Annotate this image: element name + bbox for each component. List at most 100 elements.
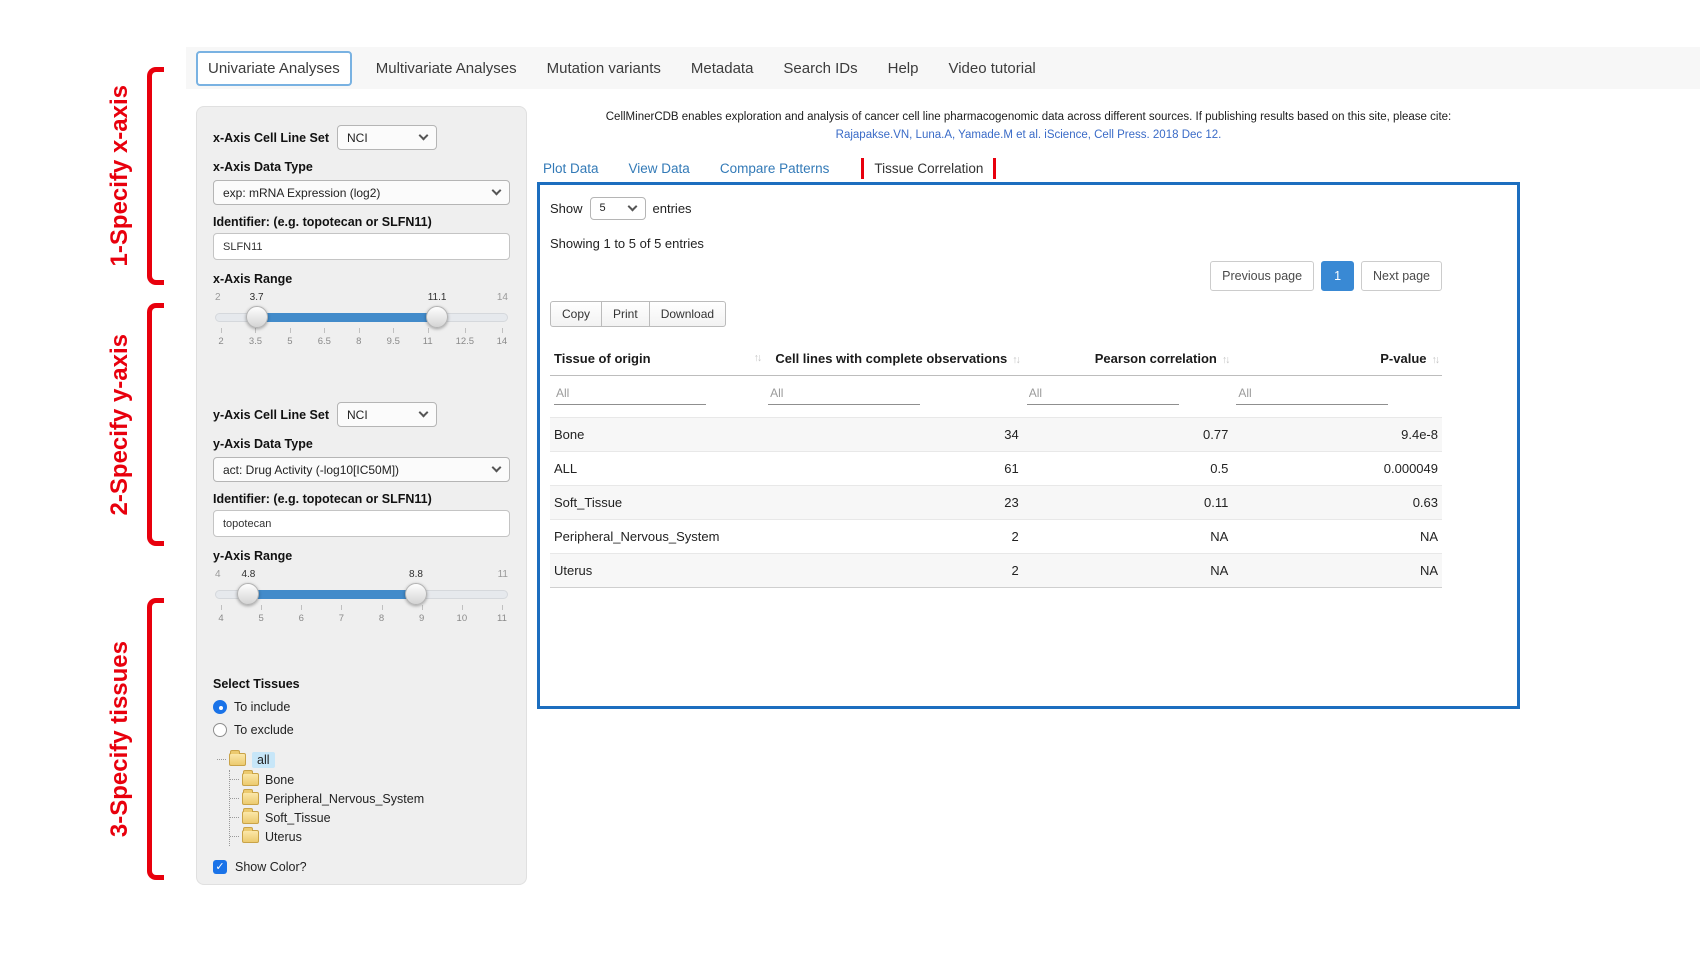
tick-label: 7 — [335, 613, 347, 624]
column-header-tissue-of-origin[interactable]: Tissue of origin ↑↓ — [550, 343, 764, 376]
page-1-button[interactable]: 1 — [1321, 261, 1354, 291]
tick-label: 10 — [456, 613, 468, 624]
cell-p-value: NA — [1232, 553, 1442, 587]
tick-label: 9 — [416, 613, 428, 624]
x-identifier-input[interactable] — [213, 233, 510, 260]
x-range-min: 2 — [215, 292, 221, 303]
nav-tab-metadata[interactable]: Metadata — [691, 60, 754, 77]
x-range-handle-low[interactable] — [246, 306, 268, 328]
tick-label: 11 — [496, 613, 508, 624]
tree-connector — [230, 798, 239, 799]
page-length-select[interactable]: 5 — [590, 197, 646, 220]
table-row-peripheral-nervous-system[interactable]: Peripheral_Nervous_System 2 NA NA — [550, 519, 1442, 553]
sort-icon[interactable]: ↑↓ — [754, 352, 761, 364]
page-length-control: Show 5 entries — [550, 197, 1507, 220]
y-range-slider[interactable]: 4 11 4.8 8.8 4 5 6 7 8 9 10 11 — [215, 569, 508, 637]
tree-node-peripheral-nervous-system-label: Peripheral_Nervous_System — [265, 792, 424, 806]
cell-tissue: ALL — [550, 451, 764, 485]
tree-node-uterus-label: Uterus — [265, 830, 302, 844]
x-range-slider[interactable]: 2 14 3.7 11.1 2 3.5 5 6.5 8 9.5 11 12.5 … — [215, 292, 508, 360]
tree-node-peripheral-nervous-system[interactable]: Peripheral_Nervous_System — [230, 789, 510, 808]
nav-tab-help[interactable]: Help — [888, 60, 919, 77]
annotation-highlight-box: Tissue Correlation — [861, 158, 996, 179]
entries-label: entries — [653, 201, 692, 216]
nav-tab-video-tutorial[interactable]: Video tutorial — [948, 60, 1035, 77]
annotation-step2-text: 2-Specify y-axis — [106, 334, 134, 515]
cell-p-value: 0.63 — [1232, 485, 1442, 519]
analysis-subtabs: Plot Data View Data Compare Patterns Tis… — [543, 158, 1520, 179]
tick-label: 12.5 — [456, 336, 475, 347]
tissue-correlation-table: Tissue of origin ↑↓ Cell lines with comp… — [550, 343, 1442, 588]
exclude-radio[interactable] — [213, 723, 227, 737]
check-icon: ✓ — [215, 861, 224, 873]
print-button[interactable]: Print — [601, 301, 650, 327]
page-length-value: 5 — [600, 202, 606, 214]
annotation-step3: 3-Specify tissues — [96, 598, 144, 880]
nav-tab-search-ids[interactable]: Search IDs — [783, 60, 857, 77]
tree-node-uterus[interactable]: Uterus — [230, 827, 510, 846]
tab-plot-data[interactable]: Plot Data — [543, 161, 599, 176]
column-header-cell-lines[interactable]: Cell lines with complete observations↑↓ — [764, 343, 1023, 376]
cell-pearson: NA — [1023, 519, 1233, 553]
copy-button[interactable]: Copy — [550, 301, 602, 327]
y-cell-line-set-label: y-Axis Cell Line Set — [213, 408, 329, 422]
show-label: Show — [550, 201, 583, 216]
previous-page-button[interactable]: Previous page — [1210, 261, 1314, 291]
show-color-checkbox[interactable]: ✓ — [213, 860, 227, 874]
table-row-uterus[interactable]: Uterus 2 NA NA — [550, 553, 1442, 587]
tab-compare-patterns[interactable]: Compare Patterns — [720, 161, 830, 176]
download-button[interactable]: Download — [649, 301, 726, 327]
cell-p-value: NA — [1232, 519, 1442, 553]
tick-label: 8 — [353, 336, 365, 347]
y-range-handle-low[interactable] — [237, 583, 259, 605]
filter-pearson-input[interactable] — [1027, 382, 1179, 405]
include-radio-label: To include — [234, 700, 290, 714]
filter-tissue-input[interactable] — [554, 382, 706, 405]
tree-connector — [217, 759, 226, 760]
tick-label: 14 — [496, 336, 508, 347]
sort-icon[interactable]: ↑↓ — [1222, 354, 1229, 366]
cell-tissue: Uterus — [550, 553, 764, 587]
cell-p-value: 0.000049 — [1232, 451, 1442, 485]
x-cell-line-set-select[interactable]: NCI — [337, 125, 437, 150]
next-page-button[interactable]: Next page — [1361, 261, 1442, 291]
include-radio[interactable] — [213, 700, 227, 714]
y-identifier-input[interactable] — [213, 510, 510, 537]
y-range-label: y-Axis Range — [213, 549, 510, 563]
table-row-bone[interactable]: Bone 34 0.77 9.4e-8 — [550, 417, 1442, 451]
y-slider-fill — [248, 590, 416, 599]
y-cell-line-set-select[interactable]: NCI — [337, 402, 437, 427]
tab-tissue-correlation[interactable]: Tissue Correlation — [864, 156, 993, 181]
filter-cell-lines-input[interactable] — [768, 382, 920, 405]
x-cell-line-set-value: NCI — [347, 131, 368, 145]
nav-tab-univariate-analyses[interactable]: Univariate Analyses — [196, 51, 352, 86]
nav-tab-multivariate-analyses[interactable]: Multivariate Analyses — [376, 60, 517, 77]
table-row-all[interactable]: ALL 61 0.5 0.000049 — [550, 451, 1442, 485]
column-header-label: Pearson correlation — [1095, 351, 1217, 366]
column-header-pearson-correlation[interactable]: Pearson correlation ↑↓ — [1023, 343, 1233, 376]
tab-view-data[interactable]: View Data — [629, 161, 690, 176]
tree-node-all[interactable]: all — [217, 749, 510, 770]
y-data-type-select[interactable]: act: Drug Activity (-log10[IC50M]) — [213, 457, 510, 482]
y-range-handle-high[interactable] — [405, 583, 427, 605]
sort-icon[interactable]: ↑↓ — [1432, 354, 1439, 366]
tree-node-soft-tissue[interactable]: Soft_Tissue — [230, 808, 510, 827]
tree-node-bone[interactable]: Bone — [230, 770, 510, 789]
x-range-handle-high[interactable] — [426, 306, 448, 328]
cell-p-value: 9.4e-8 — [1232, 417, 1442, 451]
tick-label: 9.5 — [387, 336, 400, 347]
filter-pvalue-input[interactable] — [1236, 382, 1388, 405]
cell-cell-lines: 2 — [764, 519, 1023, 553]
annotation-step1: 1-Specify x-axis — [96, 67, 144, 285]
citation-link[interactable]: Rajapakse.VN, Luna.A, Yamade.M et al. iS… — [836, 126, 1222, 144]
cell-cell-lines: 61 — [764, 451, 1023, 485]
tick-label: 6.5 — [318, 336, 331, 347]
nav-tab-mutation-variants[interactable]: Mutation variants — [547, 60, 661, 77]
cell-pearson: 0.5 — [1023, 451, 1233, 485]
x-data-type-select[interactable]: exp: mRNA Expression (log2) — [213, 180, 510, 205]
column-header-p-value[interactable]: P-value↑↓ — [1232, 343, 1442, 376]
folder-icon — [242, 792, 259, 805]
table-row-soft-tissue[interactable]: Soft_Tissue 23 0.11 0.63 — [550, 485, 1442, 519]
sort-icon[interactable]: ↑↓ — [1012, 354, 1019, 366]
x-range-max: 14 — [497, 292, 508, 303]
